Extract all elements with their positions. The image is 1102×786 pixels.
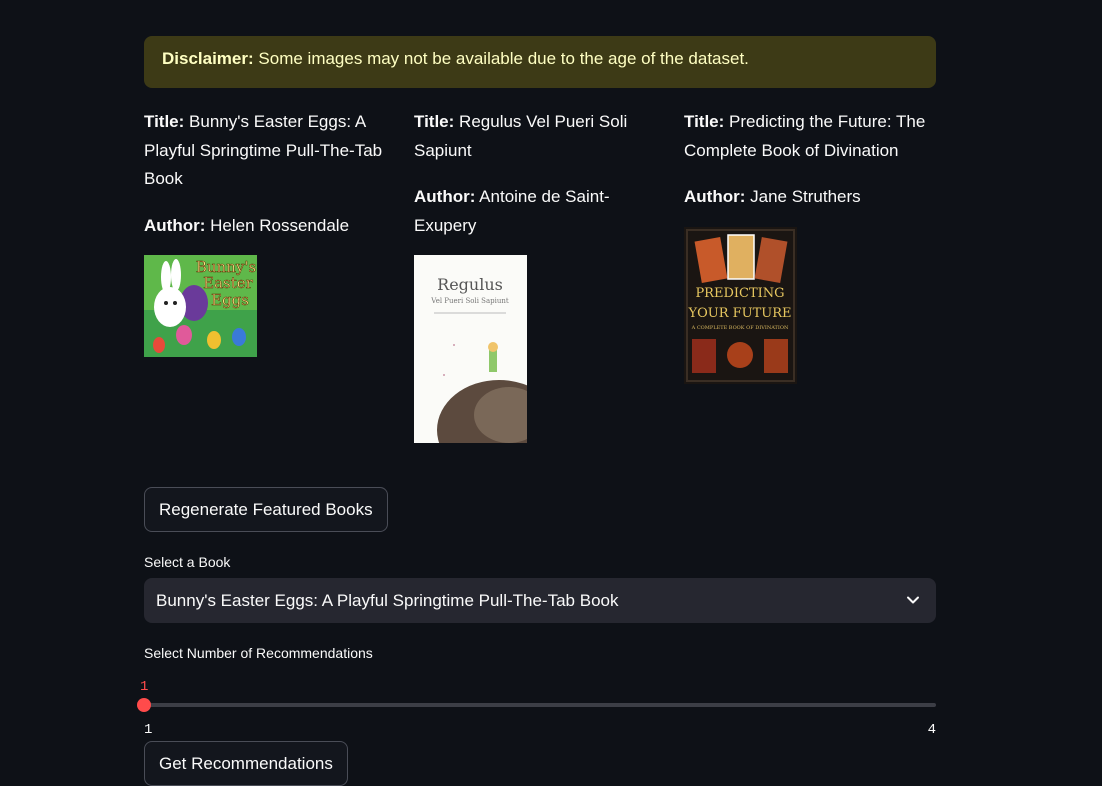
book-cover-image: Regulus Vel Pueri Soli Sapiunt [414, 255, 527, 443]
get-recommendations-button[interactable]: Get Recommendations [144, 741, 348, 786]
author-label: Author: [684, 187, 746, 206]
slider-track[interactable] [144, 703, 936, 707]
cover-text: Vel Pueri Soli Sapiunt [430, 297, 509, 305]
slider-current-value: 1 [140, 679, 149, 695]
disclaimer-text: Some images may not be available due to … [258, 49, 749, 68]
title-label: Title: [684, 112, 725, 131]
slider-thumb[interactable] [137, 698, 151, 712]
book-card: Title: Regulus Vel Pueri Soli Sapiunt Au… [414, 108, 664, 443]
slider-min-label: 1 [144, 722, 153, 738]
app: Disclaimer: Some images may not be avail… [0, 0, 1102, 786]
slider-max-label: 4 [927, 722, 936, 738]
cover-text: Easter [203, 274, 253, 292]
disclaimer-label: Disclaimer: [162, 49, 254, 68]
cover-text: A COMPLETE BOOK OF DIVINATION [691, 325, 789, 331]
main-container: Disclaimer: Some images may not be avail… [137, 36, 936, 786]
book-card: Title: Bunny's Easter Eggs: A Playful Sp… [144, 108, 394, 357]
author-label: Author: [414, 187, 476, 206]
book-cover-image: Bunny's Easter Eggs [144, 255, 257, 357]
disclaimer-banner: Disclaimer: Some images may not be avail… [144, 36, 936, 88]
book-author-line: Author: Antoine de Saint-Exupery [414, 183, 664, 240]
select-book-dropdown[interactable]: Bunny's Easter Eggs: A Playful Springtim… [144, 578, 936, 623]
book-author: Jane Struthers [750, 187, 861, 206]
cover-text: YOUR FUTURE [688, 306, 792, 321]
title-label: Title: [414, 112, 455, 131]
title-label: Title: [144, 112, 185, 131]
book-author-line: Author: Helen Rossendale [144, 212, 394, 241]
book-title-line: Title: Bunny's Easter Eggs: A Playful Sp… [144, 108, 394, 194]
book-title-line: Title: Predicting the Future: The Comple… [684, 108, 934, 165]
cover-text: Eggs [211, 291, 249, 309]
book-title-line: Title: Regulus Vel Pueri Soli Sapiunt [414, 108, 664, 165]
book-author-line: Author: Jane Struthers [684, 183, 934, 212]
select-book-value: Bunny's Easter Eggs: A Playful Springtim… [156, 591, 619, 610]
book-card: Title: Predicting the Future: The Comple… [684, 108, 934, 384]
select-book-label: Select a Book [144, 554, 231, 570]
book-author: Helen Rossendale [210, 215, 350, 235]
regenerate-featured-books-button[interactable]: Regenerate Featured Books [144, 487, 388, 532]
cover-text: PREDICTING [695, 286, 784, 301]
book-cover-image: PREDICTING YOUR FUTURE A COMPLETE BOOK O… [684, 226, 797, 384]
cover-text: Regulus [437, 275, 503, 294]
recommendations-slider[interactable]: 1 1 4 [137, 659, 936, 738]
chevron-down-icon [907, 596, 919, 604]
featured-books: Title: Bunny's Easter Eggs: A Playful Sp… [144, 108, 936, 443]
author-label: Author: [144, 215, 206, 235]
